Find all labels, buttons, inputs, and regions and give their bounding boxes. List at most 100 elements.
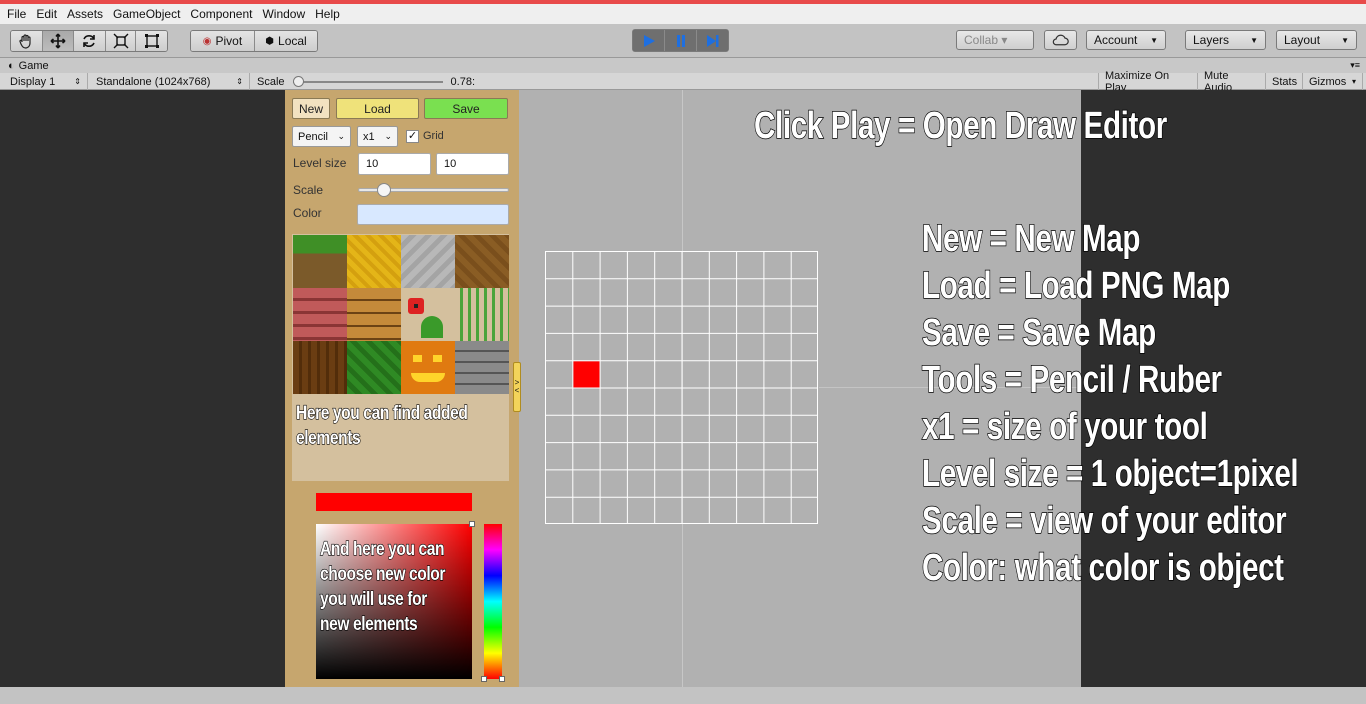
playback-controls: [632, 29, 729, 52]
menu-gameobject[interactable]: GameObject: [108, 7, 185, 21]
stats-toggle[interactable]: Stats: [1266, 73, 1303, 90]
move-icon: [50, 33, 66, 49]
picker-note-line-1: And here you can: [320, 538, 446, 560]
scale-tool-button[interactable]: [105, 31, 137, 51]
tile-cobblestone[interactable]: [455, 341, 509, 394]
rotate-tool-button[interactable]: [74, 31, 106, 51]
color-field[interactable]: [357, 204, 509, 225]
new-button[interactable]: New: [292, 98, 330, 119]
hue-slider-cursor[interactable]: [481, 676, 487, 682]
dropdown-arrows-icon: ⇕: [236, 77, 243, 86]
menu-assets[interactable]: Assets: [62, 7, 108, 21]
picker-note-line-4: new elements: [320, 613, 419, 635]
pivot-icon: ◉: [202, 35, 212, 47]
chevron-down-icon: ▼: [1341, 35, 1349, 45]
scale-icon: [113, 33, 129, 49]
saturation-value-picker[interactable]: And here you can choose new color you wi…: [316, 521, 475, 679]
picker-note-line-3: you will use for: [320, 588, 428, 610]
hue-slider-cursor-right: [499, 676, 505, 682]
local-button[interactable]: ⬢ Local: [255, 31, 317, 51]
picker-cursor[interactable]: [469, 521, 475, 527]
account-dropdown[interactable]: Account ▼: [1086, 30, 1166, 50]
display-dropdown[interactable]: Display 1 ⇕: [4, 73, 88, 90]
instruction-line: Scale = view of your editor: [921, 499, 1287, 543]
instruction-line: x1 = size of your tool: [921, 405, 1208, 449]
new-label: New: [298, 101, 323, 116]
pause-icon: [676, 34, 685, 47]
menu-edit[interactable]: Edit: [31, 7, 62, 21]
tile-flower[interactable]: [401, 288, 455, 341]
instruction-line: Save = Save Map: [921, 311, 1156, 355]
menu-component[interactable]: Component: [185, 7, 257, 21]
chevron-down-icon: ▾: [1351, 77, 1356, 86]
menu-file[interactable]: File: [2, 7, 31, 21]
cloud-button[interactable]: [1044, 30, 1077, 50]
load-label: Load: [364, 101, 391, 116]
layers-dropdown[interactable]: Layers ▼: [1185, 30, 1266, 50]
instruction-line: Color: what color is object: [921, 546, 1284, 590]
step-icon: [706, 34, 718, 47]
pivot-toggle-group: ◉ Pivot ⬢ Local: [190, 30, 318, 52]
scale-slider[interactable]: [358, 183, 509, 197]
collab-dropdown[interactable]: Collab ▾: [956, 30, 1034, 50]
gizmos-label: Gizmos: [1309, 75, 1347, 88]
scale-slider-thumb[interactable]: [292, 75, 304, 87]
tool-select[interactable]: Pencil ⌄: [292, 126, 351, 147]
elements-note: Here you can find added elements: [296, 401, 469, 451]
tile-sand[interactable]: [347, 235, 401, 288]
chevron-down-icon: ▼: [1250, 35, 1258, 45]
load-button[interactable]: Load: [336, 98, 419, 119]
level-grid[interactable]: [545, 251, 821, 527]
instruction-line: Load = Load PNG Map: [921, 264, 1231, 308]
play-button[interactable]: [633, 30, 665, 51]
elements-palette: Here you can find added elements: [292, 234, 509, 481]
layout-dropdown[interactable]: Layout ▼: [1276, 30, 1357, 50]
account-label: Account: [1094, 33, 1138, 47]
level-height-value: 10: [444, 158, 457, 170]
palette-collapse-handle[interactable]: > <: [513, 362, 521, 412]
elements-note-line-2: elements: [296, 427, 362, 449]
picker-note-line-2: choose new color: [320, 563, 446, 585]
game-tab-title: Game: [18, 59, 49, 72]
rect-tool-button[interactable]: [136, 31, 167, 51]
menu-help[interactable]: Help: [310, 7, 345, 21]
move-tool-button[interactable]: [42, 31, 75, 51]
save-button[interactable]: Save: [424, 98, 508, 119]
tool-size-select[interactable]: x1 ⌄: [357, 126, 398, 147]
local-label: Local: [278, 34, 307, 48]
grid-checkbox[interactable]: ✓: [406, 130, 419, 143]
instruction-line: Level size = 1 object=1pixel: [921, 452, 1299, 496]
tile-dirt[interactable]: [455, 235, 509, 288]
hand-icon: [19, 34, 31, 49]
mute-audio-toggle[interactable]: Mute Audio: [1198, 70, 1266, 94]
filled-cell[interactable]: [573, 361, 600, 388]
step-button[interactable]: [697, 30, 728, 51]
scale-control: Scale 0.78:: [251, 73, 481, 90]
gizmos-dropdown[interactable]: Gizmos ▾: [1303, 73, 1363, 90]
tile-tree-bark[interactable]: [293, 341, 347, 394]
tile-grass[interactable]: [293, 235, 347, 288]
menu-window[interactable]: Window: [257, 7, 310, 21]
tab-menu-icon[interactable]: ▾≡: [1350, 60, 1360, 71]
instruction-line: Tools = Pencil / Ruber: [921, 358, 1222, 402]
resolution-dropdown[interactable]: Standalone (1024x768) ⇕: [90, 73, 250, 90]
dropdown-arrows-icon: ⇕: [74, 77, 81, 86]
pivot-button[interactable]: ◉ Pivot: [191, 31, 255, 51]
cloud-icon: [1052, 34, 1069, 46]
tile-brick[interactable]: [293, 288, 347, 341]
tile-plant[interactable]: [455, 288, 509, 341]
tile-stone[interactable]: [401, 235, 455, 288]
scale-slider[interactable]: [292, 75, 443, 88]
layers-label: Layers: [1193, 33, 1230, 47]
tile-pumpkin[interactable]: [401, 341, 455, 394]
maximize-on-play-toggle[interactable]: Maximize On Play: [1098, 70, 1198, 94]
hand-tool-button[interactable]: [11, 31, 43, 51]
scale-label: Scale: [257, 75, 285, 88]
level-height-input[interactable]: 10: [436, 153, 509, 175]
hue-slider[interactable]: [481, 524, 505, 682]
level-width-input[interactable]: 10: [358, 153, 431, 175]
scale-slider-thumb[interactable]: [377, 183, 392, 197]
tile-wood-planks[interactable]: [347, 288, 401, 341]
tile-leaves[interactable]: [347, 341, 401, 394]
pause-button[interactable]: [665, 30, 697, 51]
